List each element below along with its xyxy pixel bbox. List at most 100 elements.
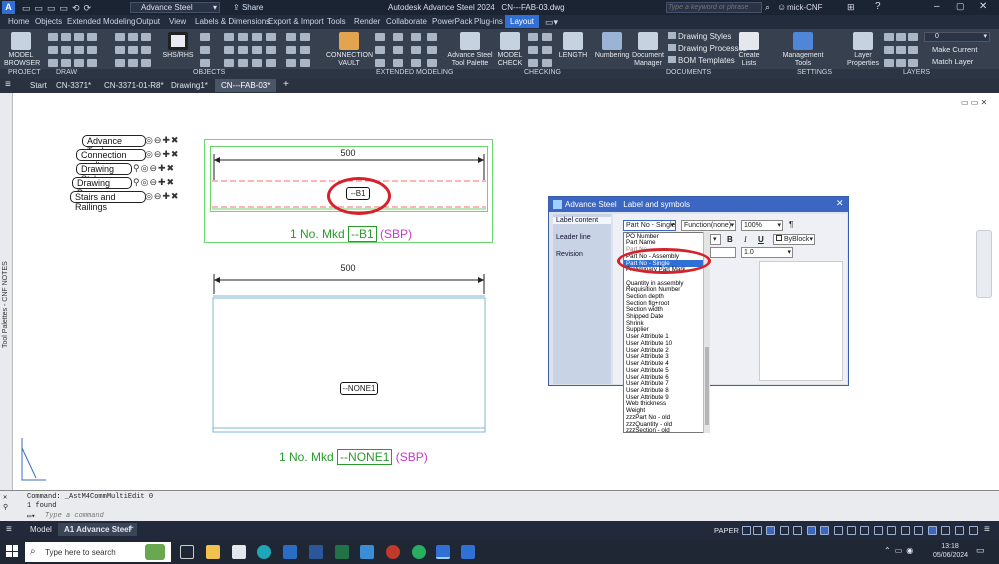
list-item[interactable]: Supplier	[626, 326, 649, 333]
palette-item-stairs-railings[interactable]: Stairs and Railings	[70, 191, 146, 212]
otrack-icon[interactable]	[807, 526, 816, 535]
tab-model[interactable]: Model	[30, 525, 52, 534]
app-settings-icon[interactable]	[360, 545, 374, 559]
create-lists-button[interactable]: Create Lists	[736, 32, 762, 68]
clean-screen-icon[interactable]	[955, 526, 964, 535]
customize-icon[interactable]: ≡	[984, 524, 990, 535]
list-item[interactable]: User Attribute 7	[626, 380, 669, 387]
grid-icon[interactable]	[742, 526, 751, 535]
list-item[interactable]: User Attribute 4	[626, 360, 669, 367]
tab-view[interactable]: View	[169, 17, 186, 26]
ribbon-options-icon[interactable]: ▭▾	[545, 17, 558, 28]
list-item[interactable]: zzzPart No - old	[626, 414, 670, 421]
search-input[interactable]	[668, 3, 760, 12]
menu-icon[interactable]: ≡	[6, 524, 12, 535]
maximize-icon[interactable]: ▢	[956, 1, 965, 12]
shs-rhs-button[interactable]: SHS/RHS	[160, 32, 196, 60]
cmd-close-icon[interactable]: ✕	[3, 493, 7, 502]
annotation-icon[interactable]	[874, 526, 883, 535]
list-item[interactable]: zzzSection - old	[626, 427, 670, 434]
content-select[interactable]: Part No - Single ▾	[623, 220, 676, 231]
tab-collaborate[interactable]: Collaborate	[386, 17, 427, 26]
fullscreen-icon[interactable]	[969, 526, 978, 535]
bold-button[interactable]: B	[727, 235, 733, 244]
tab-plug-ins[interactable]: Plug-ins	[474, 17, 503, 26]
edge-icon[interactable]	[257, 545, 271, 559]
paper-space-toggle[interactable]: PAPER	[714, 526, 739, 535]
tab-layout[interactable]: Layout	[505, 15, 540, 28]
numbering-button[interactable]: Numbering	[594, 32, 630, 60]
notifications-icon[interactable]: ▭	[976, 545, 985, 556]
model-browser-button[interactable]: MODEL BROWSER	[4, 32, 40, 68]
label-text-area[interactable]	[759, 261, 843, 381]
palette-row-actions-icon[interactable]: ⚲◎⊖✚✖	[133, 163, 175, 174]
excel-icon[interactable]	[335, 545, 349, 559]
list-item[interactable]: User Attribute 8	[626, 387, 669, 394]
task-view-icon[interactable]	[180, 545, 194, 559]
palette-row-actions-icon[interactable]: ◎⊖✚✖	[145, 135, 179, 146]
tab-labels-dimensions[interactable]: Labels & Dimensions	[195, 17, 270, 26]
3d-osnap-icon[interactable]	[860, 526, 869, 535]
underline-button[interactable]: U	[758, 235, 764, 244]
match-layer-button[interactable]: Match Layer	[932, 57, 973, 66]
connection-vault-button[interactable]: CONNECTION VAULT	[326, 32, 373, 68]
quick-access-toolbar[interactable]: ▭▭▭▭⟲⟳	[22, 3, 112, 13]
doc-tab-cn-3371-01[interactable]: CN-3371-01-R8*	[104, 81, 164, 90]
dialog-title-bar[interactable]: Advance Steel Label and symbols	[549, 197, 848, 212]
list-item[interactable]: Web thickness	[626, 400, 666, 407]
italic-button[interactable]: I	[744, 235, 747, 244]
drawing-styles-button[interactable]: Drawing Styles	[668, 32, 731, 41]
list-item[interactable]: User Attribute 10	[626, 340, 672, 347]
palette-item-drawing-processes[interactable]: Drawing Proc...	[72, 177, 132, 198]
height-select[interactable]: 1.0 ▾	[741, 247, 793, 258]
navigation-bar[interactable]	[976, 230, 992, 298]
list-item[interactable]: Section width	[626, 306, 663, 313]
zoom-select[interactable]: 100% ▾	[741, 220, 783, 231]
doc-tab-start[interactable]: Start	[30, 81, 47, 90]
tab-objects[interactable]: Objects	[35, 17, 62, 26]
advance-steel-taskbar-icon[interactable]	[436, 545, 450, 559]
search-icon[interactable]: ⌕	[765, 2, 770, 13]
nav-revision[interactable]: Revision	[556, 251, 583, 258]
layer-select[interactable]: 0 ▾	[924, 32, 990, 42]
palette-row-actions-icon[interactable]: ◎⊖✚✖	[145, 149, 179, 160]
taskbar-search[interactable]: ⌕ Type here to search	[25, 542, 171, 562]
list-item[interactable]: Shipped Date	[626, 313, 664, 320]
paragraph-icon[interactable]: ¶	[789, 220, 793, 229]
scrollbar-thumb[interactable]	[705, 347, 709, 425]
user-name[interactable]: mick-CNF	[787, 3, 823, 12]
help-icon[interactable]: ?	[875, 1, 881, 12]
list-item[interactable]: Part Name	[626, 239, 656, 246]
tab-a1-advance-steel[interactable]: A1 Advance Steel	[58, 523, 137, 536]
command-input[interactable]	[45, 512, 945, 520]
list-item[interactable]: Section depth	[626, 293, 664, 300]
list-item[interactable]: User Attribute 3	[626, 353, 669, 360]
system-tray-icons[interactable]: ⌃▭◉	[884, 546, 917, 555]
app-logo-icon[interactable]: A	[2, 1, 15, 14]
palette-item-connection-vault[interactable]: Connection vault	[76, 149, 146, 170]
model-check-button[interactable]: MODEL CHECK	[496, 32, 524, 68]
panel-objects[interactable]: OBJECTS	[193, 69, 225, 76]
ortho-icon[interactable]	[766, 526, 775, 535]
tool-palette-sidebar[interactable]: Tool Palettes - CNF NOTES	[0, 93, 13, 490]
palette-item-advance-tool[interactable]: Advance Tool...	[82, 135, 146, 156]
nav-label-content[interactable]: Label content	[553, 217, 611, 224]
viewport-controls[interactable]: ▭ ▭ ✕	[961, 98, 987, 107]
record-icon[interactable]	[386, 545, 400, 559]
palette-item-drawing-styles[interactable]: Drawing Styl...	[76, 163, 132, 184]
workspace-switch-icon[interactable]	[887, 526, 896, 535]
share-button[interactable]: ⇪ Share	[233, 3, 263, 12]
units-icon[interactable]	[914, 526, 923, 535]
doc-tab-cn-fab-03[interactable]: CN---FAB-03*	[215, 79, 277, 92]
style-select[interactable]	[710, 247, 736, 258]
hardware-acceleration-icon[interactable]	[941, 526, 950, 535]
tab-export-import[interactable]: Export & Import	[268, 17, 324, 26]
user-icon[interactable]: ☺	[777, 2, 786, 12]
tab-extended-modeling[interactable]: Extended Modeling	[67, 17, 136, 26]
make-current-button[interactable]: Make Current	[932, 45, 977, 54]
length-button[interactable]: LENGTH	[558, 32, 588, 60]
settings-icon[interactable]	[232, 545, 246, 559]
document-manager-button[interactable]: Document Manager	[632, 32, 664, 68]
panel-checking[interactable]: CHECKING	[524, 69, 561, 76]
menu-icon[interactable]: ≡	[5, 79, 11, 90]
